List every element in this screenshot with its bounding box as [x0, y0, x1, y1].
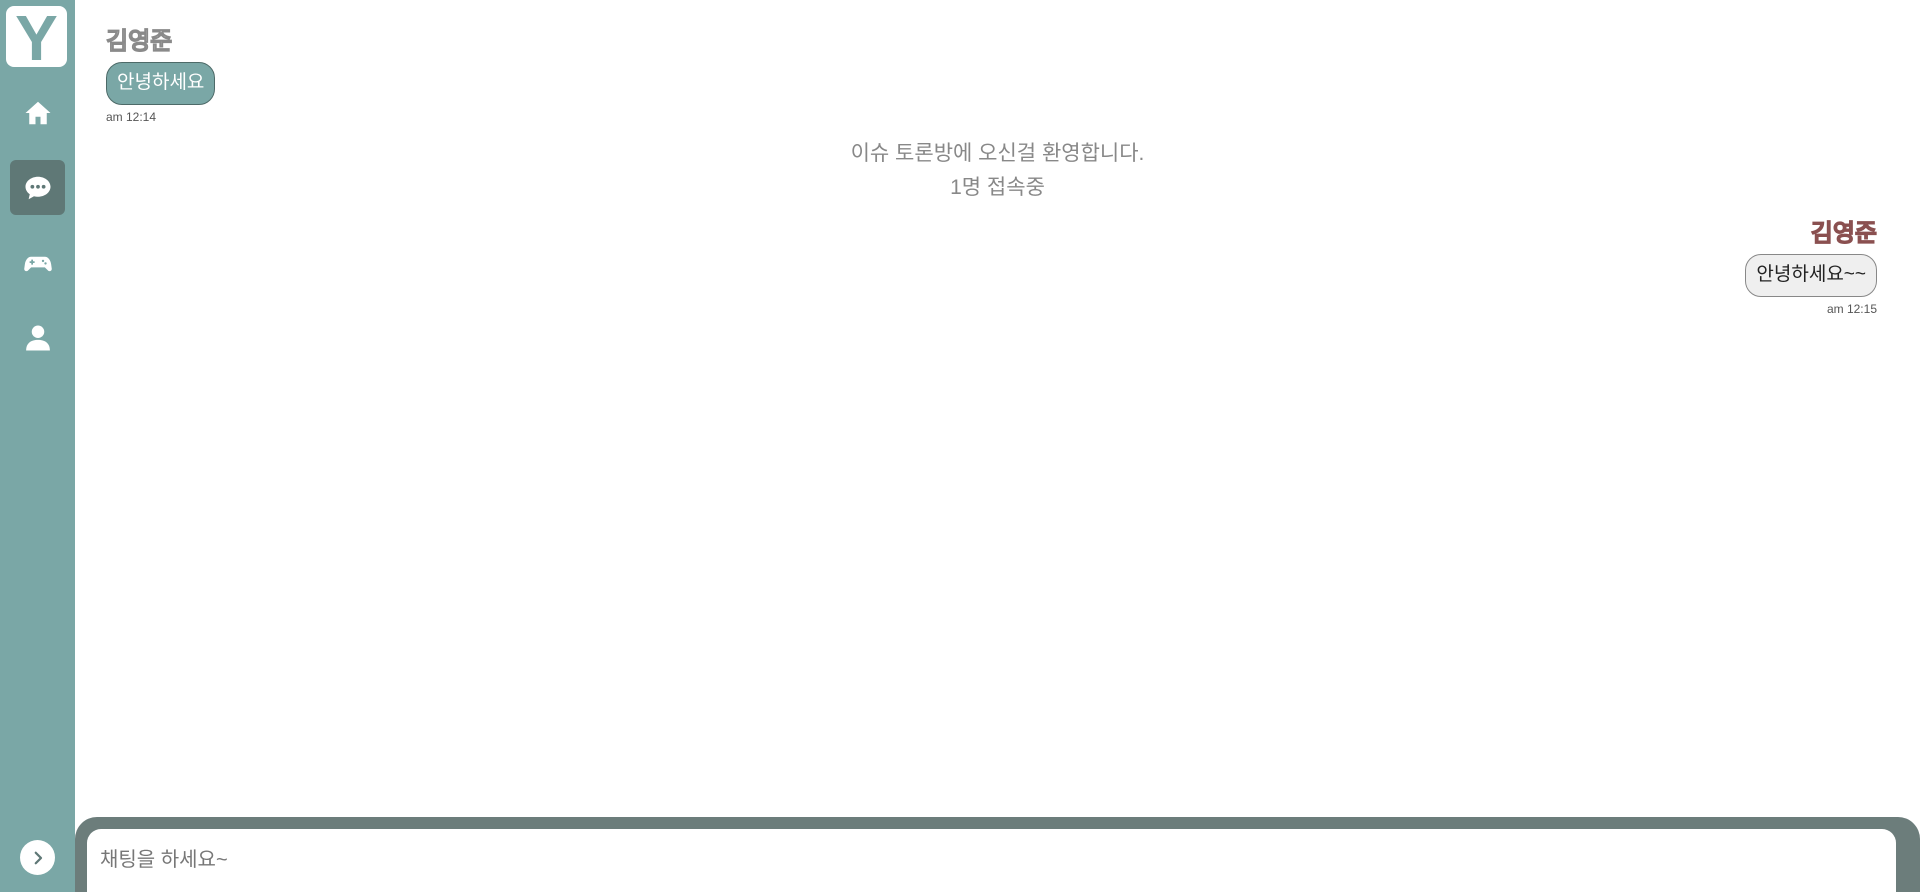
nav-profile[interactable] — [10, 310, 65, 365]
message-time: am 12:15 — [1826, 301, 1877, 316]
message-bubble: 안녕하세요 — [106, 62, 216, 105]
logo-text: Y — [15, 1, 58, 74]
room-notice: 이슈 토론방에 오신걸 환영합니다. 1명 접속중 — [75, 137, 1920, 205]
sender-name: 김영준 — [1810, 220, 1877, 247]
nav-game[interactable] — [10, 235, 65, 290]
gamepad-icon — [23, 256, 52, 271]
nav-home[interactable] — [10, 85, 65, 140]
nav-chat[interactable] — [10, 160, 65, 215]
logo[interactable]: Y — [6, 1, 67, 74]
message-other: 김영준 안녕하세요 am 12:14 — [105, 28, 216, 124]
chat-input[interactable] — [87, 829, 1896, 892]
chat-area: 김영준 안녕하세요 am 12:14 이슈 토론방에 오신걸 환영합니다. 1명… — [75, 0, 1920, 892]
online-count: 1명 접속중 — [950, 176, 1045, 199]
chat-input-bar — [75, 817, 1920, 892]
message-bubble: 안녕하세요~~ — [1745, 254, 1877, 297]
chevron-right-icon — [34, 851, 42, 864]
user-icon — [25, 325, 50, 350]
message-mine: 김영준 안녕하세요~~ am 12:15 — [1745, 220, 1877, 316]
chat-icon — [25, 176, 50, 199]
sender-name: 김영준 — [105, 28, 173, 55]
app: Y 김영준 안녕하세요 am 12:14 이슈 토론방에 오신걸 환영합니다. … — [0, 0, 1920, 892]
home-icon — [25, 101, 50, 124]
expand-sidebar-button[interactable] — [20, 840, 55, 875]
message-time: am 12:14 — [106, 109, 157, 124]
welcome-text: 이슈 토론방에 오신걸 환영합니다. — [850, 142, 1145, 165]
sidebar: Y — [0, 0, 75, 892]
